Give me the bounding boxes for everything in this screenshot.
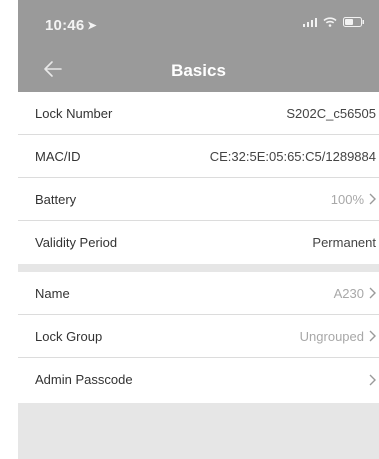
location-arrow-icon: ➤ <box>87 20 97 32</box>
row-label: MAC/ID <box>35 148 81 164</box>
row-value: A230 <box>334 286 376 301</box>
header: 10:46 ➤ Basics <box>18 0 379 92</box>
lock-number-row: Lock Number S202C_c56505 <box>18 92 379 135</box>
mac-id-value: CE:32:5E:05:65:C5/1289884 <box>209 148 376 164</box>
signal-icon <box>303 17 317 27</box>
nav-bar: Basics <box>18 48 379 92</box>
validity-period-value: Permanent <box>312 235 376 250</box>
row-label: Lock Number <box>35 105 113 121</box>
content-area: Lock Number S202C_c56505 MAC/ID CE:32:5E… <box>18 92 379 459</box>
wifi-icon <box>323 17 337 27</box>
chevron-right-icon <box>369 374 376 385</box>
row-label: Name <box>35 285 70 301</box>
status-time: 10:46 ➤ <box>45 17 97 34</box>
row-value: Permanent <box>312 235 376 250</box>
chevron-right-icon <box>369 287 376 299</box>
validity-period-row: Validity Period Permanent <box>18 221 379 264</box>
settings-group: Name A230 Lock Group Ungrouped Admin Pas… <box>18 272 379 403</box>
row-label: Lock Group <box>35 328 103 344</box>
name-value: A230 <box>333 285 364 301</box>
basics-screen: 10:46 ➤ Basics Lock Number S202C_c56505 … <box>0 0 379 459</box>
status-time-text: 10:46 <box>45 17 85 34</box>
row-label: Validity Period <box>35 235 118 250</box>
battery-icon <box>343 17 365 27</box>
chevron-right-icon <box>369 193 376 205</box>
status-bar: 10:46 ➤ <box>18 0 379 48</box>
row-value <box>364 374 376 386</box>
battery-row[interactable]: Battery 100% <box>18 178 379 221</box>
lock-group-value: Ungrouped <box>299 328 364 344</box>
battery-value: 100% <box>330 191 364 207</box>
row-value: Ungrouped <box>300 329 376 344</box>
mac-id-row: MAC/ID CE:32:5E:05:65:C5/1289884 <box>18 135 379 178</box>
status-icons <box>303 17 365 27</box>
row-label: Battery <box>35 191 77 207</box>
row-label: Admin Passcode <box>35 372 133 387</box>
row-value: 100% <box>331 192 376 207</box>
lock-info-group: Lock Number S202C_c56505 MAC/ID CE:32:5E… <box>18 92 379 264</box>
lock-group-row[interactable]: Lock Group Ungrouped <box>18 315 379 358</box>
name-row[interactable]: Name A230 <box>18 272 379 315</box>
row-value: S202C_c56505 <box>286 106 376 121</box>
lock-number-value: S202C_c56505 <box>286 105 376 121</box>
admin-passcode-row[interactable]: Admin Passcode <box>18 358 379 401</box>
row-value: CE:32:5E:05:65:C5/1289884 <box>210 149 376 164</box>
chevron-right-icon <box>369 330 376 342</box>
page-title: Basics <box>171 61 226 80</box>
